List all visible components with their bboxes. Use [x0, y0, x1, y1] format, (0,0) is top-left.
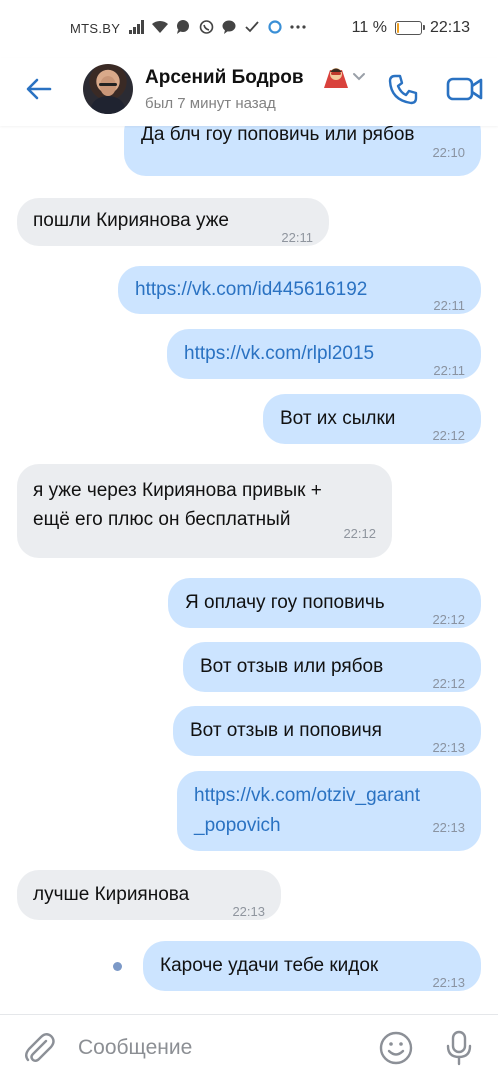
last-seen-status: был 7 минут назад [145, 95, 276, 112]
message-time: 22:11 [281, 230, 313, 245]
message-time: 22:13 [232, 904, 265, 919]
unread-indicator [113, 962, 122, 971]
message-bubble-outgoing[interactable]: Я оплачу гоу поповичь 22:12 [168, 578, 481, 628]
message-text: Я оплачу гоу поповичь [185, 592, 385, 613]
carrier-label: MTS.BY [70, 21, 121, 36]
video-call-button[interactable] [446, 74, 484, 104]
battery-percent: 11 % [351, 19, 387, 36]
message-bubble-incoming[interactable]: я уже через Кириянова привык + ещё его п… [17, 464, 392, 558]
check-icon [243, 18, 261, 36]
message-text: Кароче удачи тебе кидок [160, 955, 379, 976]
message-composer [0, 1014, 498, 1080]
message-link[interactable]: https://vk.com/id445616192 [135, 275, 367, 305]
message-text: Вот отзыв или рябов [200, 656, 384, 677]
message-time: 22:12 [432, 612, 465, 627]
message-time: 22:12 [432, 428, 465, 443]
avatar-shoulders [91, 96, 125, 114]
chevron-down-icon[interactable] [352, 72, 366, 82]
status-time: 22:13 [429, 19, 470, 36]
chat-screen: MTS.BY 11 % 22:13 Арсений Бодров был 7 м… [0, 0, 498, 1080]
message-bubble-outgoing[interactable]: Кароче удачи тебе кидок 22:13 [143, 941, 481, 991]
message-text-line: я уже через Кириянова привык + [33, 480, 322, 501]
message-text: Вот их сылки [280, 408, 396, 429]
message-time: 22:11 [433, 363, 465, 378]
paperclip-icon [25, 1033, 55, 1062]
message-bubble-outgoing[interactable]: https://vk.com/id445616192 22:11 [118, 266, 481, 314]
message-text: лучше Кириянова [33, 884, 190, 905]
back-arrow-icon [26, 78, 52, 100]
chat-header: Арсений Бодров был 7 минут назад [0, 58, 498, 126]
more-dots-icon [289, 18, 307, 36]
message-text: пошли Кириянова уже [33, 210, 230, 231]
back-button[interactable] [22, 72, 56, 106]
message-bubble-outgoing[interactable]: https://vk.com/otziv_garant _popovich 22… [177, 771, 481, 851]
message-time: 22:12 [343, 526, 376, 541]
message-bubble-outgoing[interactable]: https://vk.com/rlpl2015 22:11 [167, 329, 481, 379]
message-bubble-outgoing[interactable]: Вот отзыв и поповичя 22:13 [173, 706, 481, 756]
app-icon [266, 18, 284, 36]
superhero-emoji-icon [324, 68, 348, 88]
sticker-button[interactable] [378, 1030, 414, 1066]
wifi-icon [151, 18, 169, 36]
message-bubble-outgoing[interactable]: Вот отзыв или рябов 22:12 [183, 642, 481, 692]
message-input[interactable] [78, 1031, 358, 1065]
battery-level [396, 23, 399, 33]
avatar[interactable] [83, 64, 133, 114]
microphone-icon [446, 1030, 472, 1066]
status-right: 11 % 22:13 [352, 19, 470, 37]
avatar-face [100, 76, 116, 96]
message-bubble-outgoing[interactable]: Вот их сылки 22:12 [263, 394, 481, 444]
viber-icon [197, 18, 215, 36]
message-feed[interactable]: Да блч гоу поповичь или рябов 22:10 пошл… [0, 126, 498, 1010]
message-link-line[interactable]: _popovich [194, 811, 281, 841]
chat-icon [174, 18, 192, 36]
message-link-line[interactable]: https://vk.com/otziv_garant [194, 781, 420, 811]
message-bubble-outgoing[interactable]: Да блч гоу поповичь или рябов 22:10 [124, 126, 481, 176]
signal-icon [128, 18, 146, 36]
status-bar: MTS.BY 11 % 22:13 [0, 0, 498, 58]
status-icons [128, 18, 307, 36]
message-time: 22:10 [432, 145, 465, 160]
message-bubble-incoming[interactable]: лучше Кириянова 22:13 [17, 870, 281, 920]
phone-icon [388, 74, 418, 105]
voice-message-button[interactable] [444, 1029, 474, 1067]
message-time: 22:13 [432, 820, 465, 835]
battery-icon [394, 21, 425, 35]
message-time: 22:13 [432, 975, 465, 990]
message-text: Вот отзыв и поповичя [190, 720, 382, 741]
message-time: 22:12 [432, 676, 465, 691]
call-button[interactable] [386, 72, 420, 106]
attach-button[interactable] [22, 1029, 56, 1065]
message-time: 22:13 [432, 740, 465, 755]
message-icon [220, 18, 238, 36]
message-bubble-incoming[interactable]: пошли Кириянова уже 22:11 [17, 198, 329, 246]
message-link[interactable]: https://vk.com/rlpl2015 [184, 339, 374, 369]
message-text: Да блч гоу поповичь или рябов [141, 126, 415, 145]
avatar-glasses [99, 83, 117, 86]
smiley-icon [379, 1031, 413, 1065]
contact-name[interactable]: Арсений Бодров [145, 67, 304, 89]
message-text-line: ещё его плюс он бесплатный [33, 509, 291, 530]
video-camera-icon [446, 77, 483, 101]
message-time: 22:11 [433, 298, 465, 313]
